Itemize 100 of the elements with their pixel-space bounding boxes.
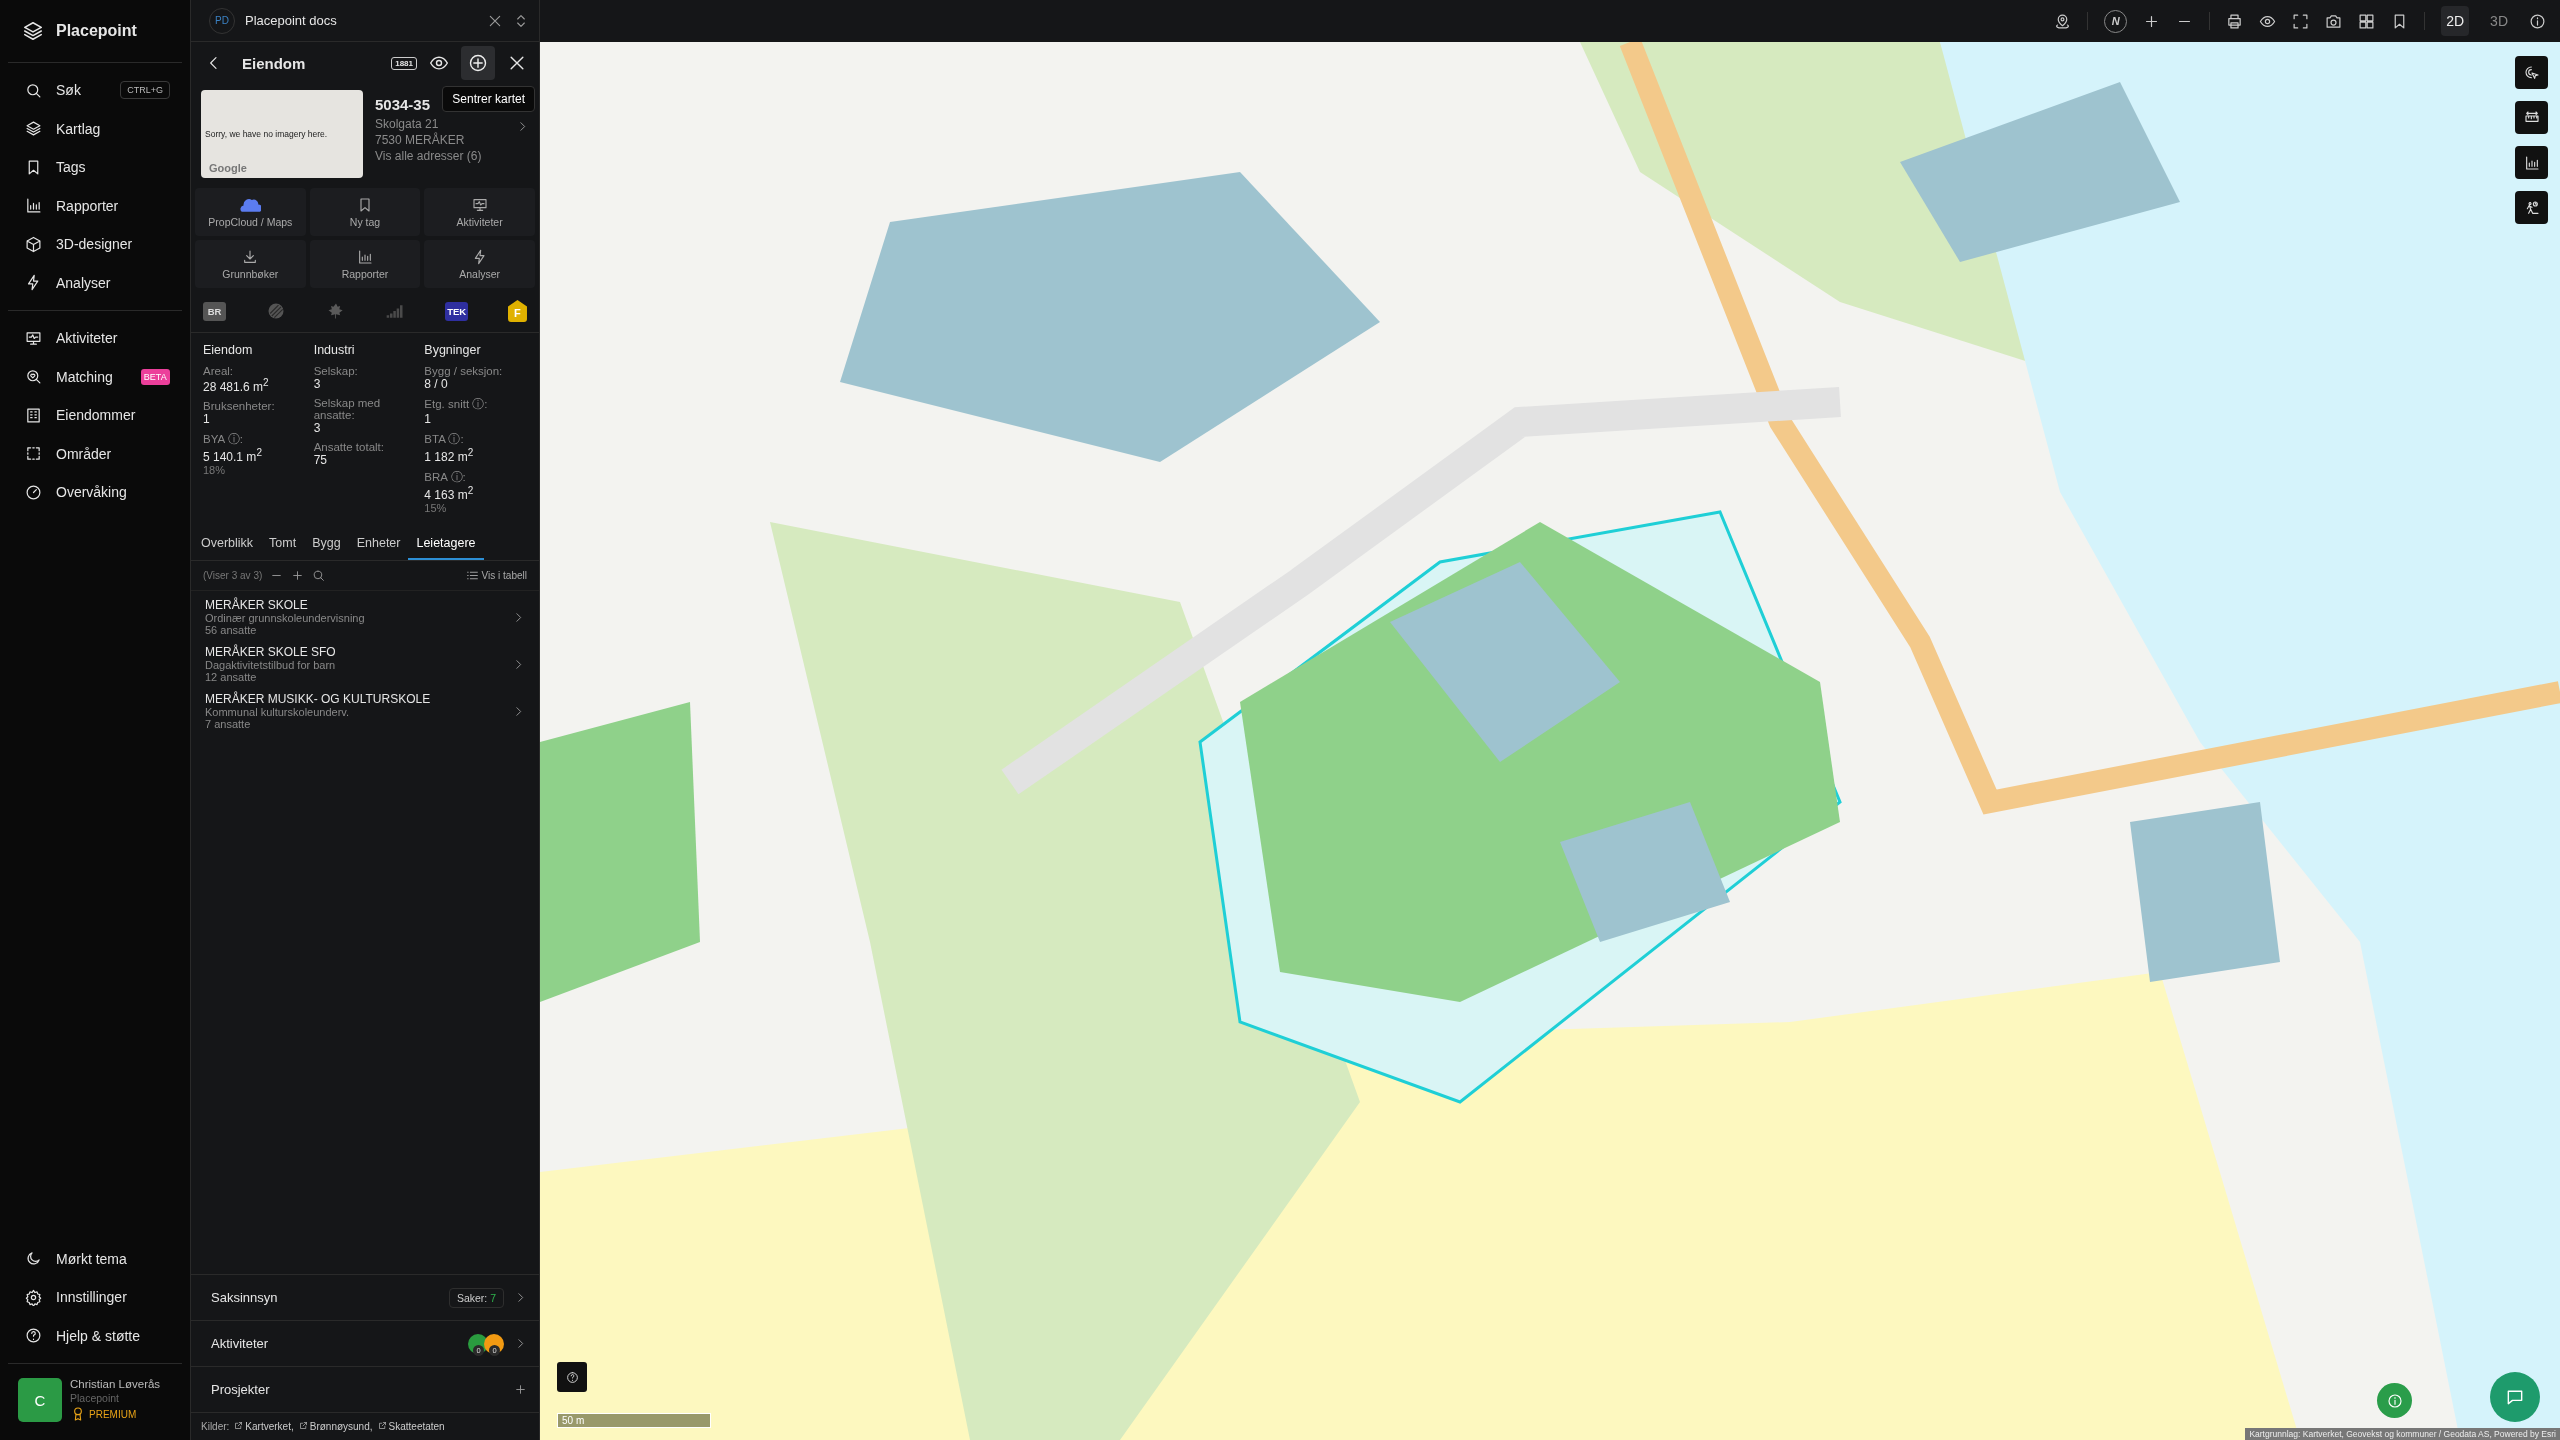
bar-chart-icon xyxy=(25,197,42,215)
info-icon[interactable] xyxy=(2529,12,2546,30)
section-row[interactable]: Prosjekter xyxy=(191,1366,539,1412)
stat-label: Bruksenheter: xyxy=(203,400,276,412)
info-icon xyxy=(2386,1392,2403,1409)
stats-heading: Eiendom xyxy=(203,343,254,357)
panel-title: Eiendom xyxy=(242,54,307,72)
nav-item[interactable]: Matching BETA xyxy=(8,357,182,396)
stat-label: Areal: xyxy=(203,365,235,377)
all-addresses-link[interactable]: Vis alle adresser (6) xyxy=(375,149,482,163)
directory-button[interactable]: 1881 xyxy=(391,56,417,70)
stat-label: Bygg / seksjon: xyxy=(424,365,504,377)
stat-value: 8 / 0 xyxy=(424,377,449,391)
stat-value: 4 163 m$^{2}$ xyxy=(424,485,475,502)
view-mode-button[interactable]: 3D xyxy=(2485,6,2513,36)
user-name: Christian Løverås xyxy=(70,1378,161,1390)
tenant-item[interactable]: MERÅKER SKOLE SFO Dagaktivitetstilbud for barn 12 ansatte xyxy=(191,638,539,685)
bookmark-icon xyxy=(357,196,373,213)
tab[interactable]: Leietagere xyxy=(408,528,484,560)
tab[interactable]: Overblikk xyxy=(193,528,262,560)
sources-label: Kilder: xyxy=(201,1421,230,1432)
select-tool-button[interactable] xyxy=(2515,56,2548,89)
nav-item[interactable]: Aktiviteter xyxy=(8,319,182,358)
help-icon xyxy=(25,1327,42,1345)
user-avatar[interactable]: C xyxy=(18,1378,62,1422)
view-mode-button[interactable]: 2D xyxy=(2441,6,2470,36)
tab[interactable]: Tomt xyxy=(261,528,305,560)
action-button[interactable]: Aktiviteter xyxy=(424,188,535,236)
search-icon xyxy=(25,81,42,99)
building-icon xyxy=(25,406,42,424)
nav-item[interactable]: Eiendommer xyxy=(8,396,182,435)
camera-icon[interactable] xyxy=(2325,12,2343,30)
tenant-description: Dagaktivitetstilbud for barn xyxy=(205,659,337,671)
help-button[interactable] xyxy=(557,1362,587,1392)
external-link-icon xyxy=(377,1421,387,1430)
location-pin-icon[interactable] xyxy=(2054,12,2072,30)
tenant-name: MERÅKER SKOLE xyxy=(205,598,309,612)
target-icon xyxy=(468,53,488,73)
source-link[interactable]: Skatteetaten xyxy=(377,1421,445,1432)
nav-item[interactable]: Mørkt tema xyxy=(8,1239,182,1278)
action-button[interactable]: PropCloud / Maps xyxy=(195,188,306,236)
table-view-link[interactable]: Vis i tabell xyxy=(465,569,527,582)
nav-item[interactable]: Analyser xyxy=(8,263,182,302)
help-icon xyxy=(565,1370,579,1384)
workspace-name[interactable]: Placepoint docs xyxy=(245,13,477,28)
stat-label: Ansatte totalt: xyxy=(313,441,385,453)
tenant-description: Ordinær grunnskoleundervisning xyxy=(205,612,366,624)
nav-item[interactable]: Kartlag xyxy=(8,109,182,148)
result-count: (Viser 3 av 3) xyxy=(203,570,263,581)
nav-item[interactable]: Rapporter xyxy=(8,186,182,225)
tab[interactable]: Enheter xyxy=(348,528,409,560)
action-button[interactable]: Grunnbøker xyxy=(195,240,306,288)
travel-time-button[interactable] xyxy=(2515,191,2548,224)
logo-icon xyxy=(22,20,44,42)
source-link[interactable]: Brønnøysund, xyxy=(298,1421,373,1432)
search-icon[interactable] xyxy=(312,569,326,582)
register-badge[interactable]: TEK xyxy=(445,301,469,321)
search-heart-icon xyxy=(25,368,42,386)
nav-item[interactable]: Søk CTRL+G xyxy=(8,71,182,110)
nav-item[interactable]: Innstillinger xyxy=(8,1278,182,1317)
register-badge[interactable]: BR xyxy=(203,301,226,321)
shortcut-hint: CTRL+G xyxy=(120,81,170,100)
stat-share: 18% xyxy=(203,464,227,476)
nav-item[interactable]: Tags xyxy=(8,148,182,187)
tooltip: Sentrer kartet xyxy=(442,86,535,112)
measure-tool-button[interactable] xyxy=(2515,101,2548,134)
print-icon[interactable] xyxy=(2226,12,2244,30)
tenant-employees: 12 ansatte xyxy=(205,671,258,683)
stat-label: BRA ⓘ: xyxy=(424,470,467,485)
tenant-item[interactable]: MERÅKER SKOLE Ordinær grunnskoleundervisning 56 ansatte xyxy=(191,591,539,638)
chart-tool-button[interactable] xyxy=(2515,146,2548,179)
action-button[interactable]: Ny tag xyxy=(309,188,421,236)
tab[interactable]: Bygg xyxy=(304,528,349,560)
plan-label: PREMIUM xyxy=(89,1408,137,1420)
stat-label: Etg. snitt ⓘ: xyxy=(424,397,489,412)
center-map-button[interactable] xyxy=(461,46,495,80)
section-title: Aktiviteter xyxy=(211,1336,270,1351)
section-row[interactable]: Saksinnsyn Saker: 7 xyxy=(191,1274,539,1320)
nav-item[interactable]: Områder xyxy=(8,434,182,473)
expand-icon[interactable] xyxy=(291,569,305,582)
nav-item[interactable]: Overvåking xyxy=(8,473,182,512)
nav-item[interactable]: 3D-designer xyxy=(8,225,182,264)
download-icon xyxy=(242,248,259,265)
tenant-employees: 7 ansatte xyxy=(205,718,252,730)
stat-label: BYA ⓘ: xyxy=(203,432,244,447)
image-credit: Google xyxy=(209,162,247,174)
external-link-icon xyxy=(298,1421,308,1430)
stats-heading: Industri xyxy=(313,343,356,357)
action-button[interactable]: Analyser xyxy=(424,240,535,288)
section-title: Saksinnsyn xyxy=(211,1290,279,1305)
grid-icon[interactable] xyxy=(2358,12,2376,30)
property-id: 5034-35 xyxy=(375,96,431,113)
action-button[interactable]: Rapporter xyxy=(309,240,421,288)
bar-chart-icon xyxy=(2523,154,2540,171)
cases-count: Saker: 7 xyxy=(448,1287,504,1308)
source-link[interactable]: Kartverket, xyxy=(234,1421,294,1432)
fullscreen-icon[interactable] xyxy=(2292,12,2310,30)
bar-chart-icon xyxy=(357,248,373,265)
tenant-item[interactable]: MERÅKER MUSIKK- OG KULTURSKOLE Kommunal kulturskoleunderv. 7 ansatte xyxy=(191,685,539,732)
nav-item[interactable]: Hjelp & støtte xyxy=(8,1316,182,1355)
